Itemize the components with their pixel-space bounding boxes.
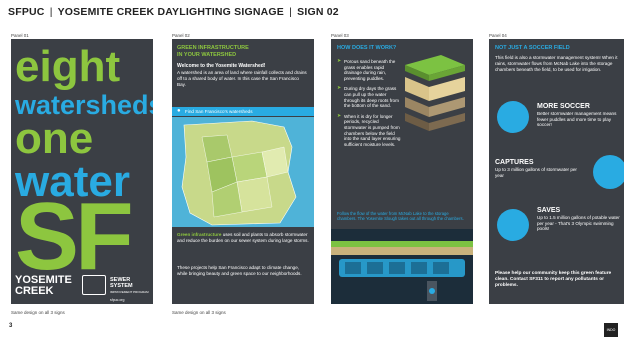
sfpuc-seal-icon	[82, 275, 106, 295]
how-it-works-list: ➤ Porous sand beneath the grass enables r…	[337, 58, 401, 152]
water-flow-caption: Follow the flow of the water from McNab …	[337, 211, 464, 222]
sewer-system-logo: SEWER SYSTEM IMPROVEMENT PROGRAM sfpuc.o…	[110, 277, 149, 303]
creek-line: CREEK	[15, 285, 54, 297]
block-heading: MORE SOCCER	[537, 103, 590, 110]
arrow-icon: ➤	[337, 85, 342, 92]
soccer-player-icon	[497, 101, 529, 133]
watershed-bar-label: Find San Francisco's watersheds	[185, 109, 253, 114]
block-text: Better stormwater management means fewer…	[537, 111, 617, 128]
panel-label-1: Panel 01	[11, 33, 29, 38]
panel-label-2: Panel 02	[172, 33, 190, 38]
panel-4-title: NOT JUST A SOCCER FIELD	[495, 45, 570, 51]
document-header: SFPUC | YOSEMITE CREEK DAYLIGHTING SIGNA…	[8, 6, 339, 18]
gi-highlight: Green infrastructure	[177, 232, 222, 237]
watershed-description: A watershed is an area of land where rai…	[177, 70, 307, 87]
welcome-heading: Welcome to the Yosemite Watershed!	[177, 63, 266, 69]
header-separator: |	[49, 6, 53, 18]
green-infrastructure-text: Green infrastructure uses soil and plant…	[177, 232, 309, 244]
caption-mid: Same design on all 3 signs	[172, 310, 226, 315]
watershed-map	[172, 117, 314, 227]
panel-2-title: GREEN INFRASTRUCTURE IN YOUR WATERSHED	[177, 45, 249, 58]
program-line: IMPROVEMENT PROGRAM	[110, 290, 149, 294]
header-separator: |	[289, 6, 293, 18]
panel-3: HOW DOES IT WORK? ➤ Porous sand beneath t…	[331, 39, 473, 304]
panel-label-3: Panel 03	[331, 33, 349, 38]
list-item: ➤ During dry days the grass can pull up t…	[337, 85, 399, 109]
water-drop-icon	[593, 155, 624, 189]
panel-4-footer: Please help our community keep this gree…	[495, 271, 612, 288]
swimming-pool-icon	[497, 209, 529, 241]
panel-4-intro: This field is also a stormwater manageme…	[495, 55, 618, 72]
title-line-2: IN YOUR WATERSHED	[177, 51, 237, 58]
list-item: ➤ When it is dry for longer periods, recy…	[337, 112, 401, 147]
panel-2: GREEN INFRASTRUCTURE IN YOUR WATERSHED W…	[172, 39, 314, 304]
storage-chambers-diagram	[331, 229, 473, 304]
url-text: sfpuc.org	[110, 298, 125, 302]
org-name: SFPUC	[8, 6, 45, 18]
page-number: 3	[9, 323, 13, 329]
word-sf: SF	[15, 183, 134, 290]
more-soccer-block: MORE SOCCER Better stormwater management…	[537, 103, 624, 128]
block-text: Up to 3 million gallons of stormwater pe…	[495, 167, 577, 178]
arrow-icon: ➤	[337, 112, 342, 119]
block-text: Up to 1.5 million gallons of potable wat…	[537, 215, 620, 232]
sign-number: SIGN 02	[297, 6, 339, 18]
saves-block: SAVES Up to 1.5 million gallons of potab…	[537, 207, 624, 232]
word-one: one	[15, 114, 94, 163]
caption-left: Same design on all 3 signs	[11, 310, 65, 315]
panel-3-title: HOW DOES IT WORK?	[337, 45, 397, 51]
list-item: ➤ Porous sand beneath the grass enables r…	[337, 58, 396, 81]
block-heading: SAVES	[537, 207, 561, 214]
location-pin-icon: ●	[177, 108, 181, 114]
project-name: YOSEMITE CREEK DAYLIGHTING SIGNAGE	[57, 6, 284, 18]
panel-4: NOT JUST A SOCCER FIELD This field is al…	[489, 39, 624, 304]
block-heading: CAPTURES	[495, 159, 534, 166]
projects-text: These projects help San Francisco adapt …	[177, 265, 302, 276]
panel-1: eight watersheds one water SF YOSEMITE C…	[11, 39, 153, 304]
word-eight: eight	[15, 42, 121, 91]
panel-label-4: Panel 04	[489, 33, 507, 38]
soil-layers-diagram	[405, 55, 465, 131]
captures-block: CAPTURES Up to 3 million gallons of stor…	[495, 159, 579, 178]
yosemite-creek-title: YOSEMITE CREEK	[15, 275, 72, 297]
title-line-1: GREEN INFRASTRUCTURE	[177, 45, 249, 51]
arrow-icon: ➤	[337, 58, 342, 64]
corner-logo: INDO	[604, 323, 618, 337]
